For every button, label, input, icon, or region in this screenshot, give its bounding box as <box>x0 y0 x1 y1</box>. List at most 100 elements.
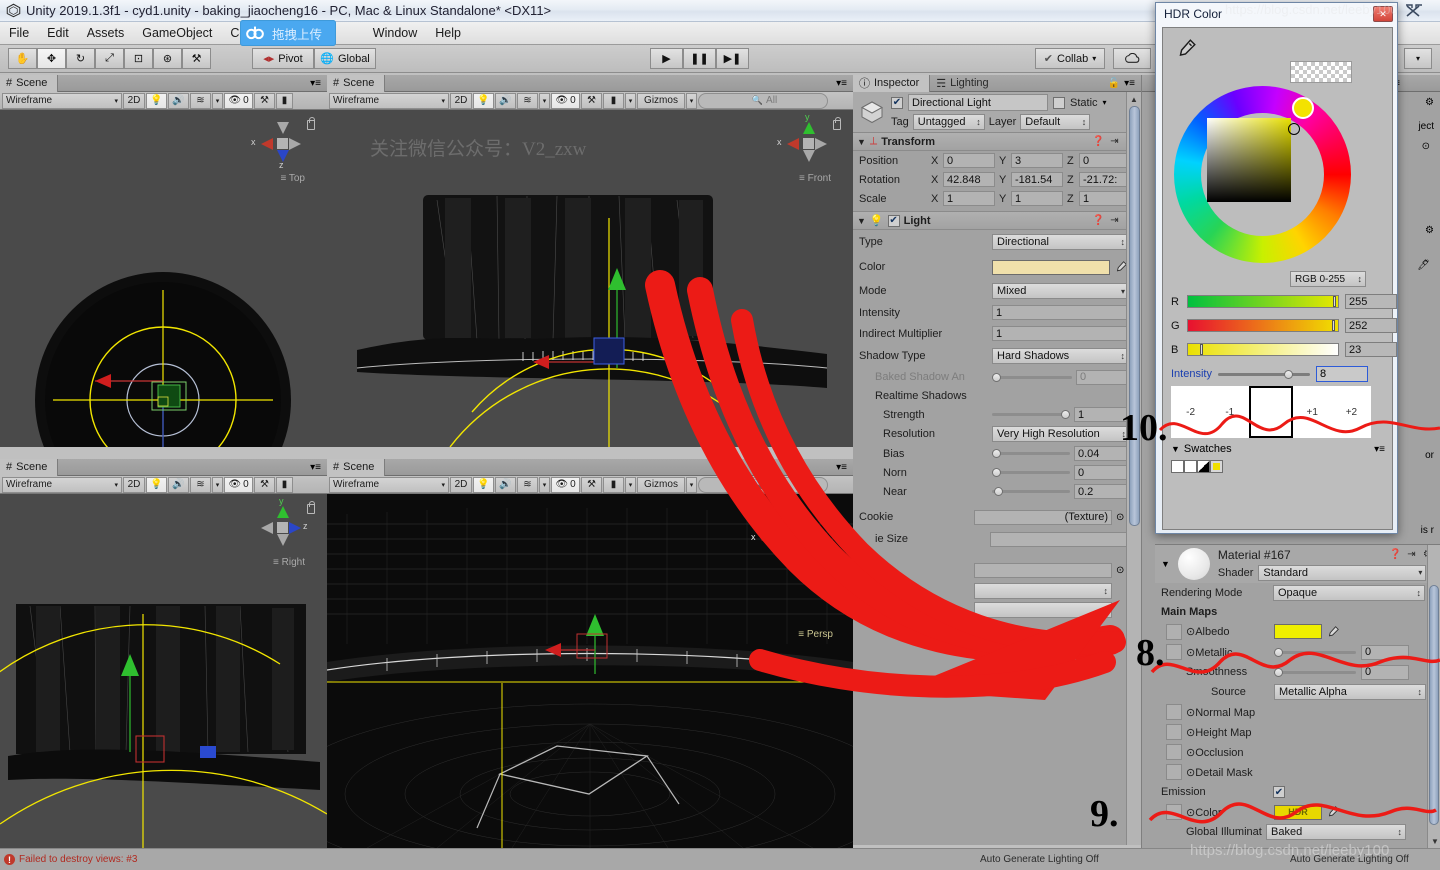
gizmos-button[interactable]: Gizmos <box>637 92 685 109</box>
object-name-field[interactable]: Directional Light <box>908 94 1048 111</box>
scene-viewport[interactable]: x y z ≡ Persp <box>327 494 853 848</box>
panel-menu-icon[interactable]: ▾≡ <box>310 462 321 473</box>
lock-icon[interactable] <box>307 117 315 130</box>
rect-tool-button[interactable]: ⊡ <box>124 48 153 69</box>
light-color-swatch[interactable] <box>992 259 1110 275</box>
bias-field[interactable]: 0.04 <box>1074 446 1130 461</box>
panel-menu-icon[interactable]: ▾≡ <box>836 462 847 473</box>
shading-mode-dropdown[interactable]: Wireframe ▾ <box>2 92 122 109</box>
light-mode-dropdown[interactable]: Mixed <box>992 283 1129 299</box>
channel-g-slider[interactable] <box>1187 319 1339 332</box>
scene-camera-dropdown[interactable]: ▾ <box>625 476 636 493</box>
scene-lighting-toggle[interactable]: 💡 <box>146 92 167 109</box>
tab-scene[interactable]: # Scene <box>0 74 59 92</box>
smoothness-slider[interactable] <box>1274 666 1356 678</box>
scroll-up-icon[interactable]: ▲ <box>1130 95 1138 104</box>
scene-camera-button[interactable]: ▮ <box>603 92 624 109</box>
sv-selector[interactable] <box>1288 123 1300 135</box>
saturation-value-square[interactable] <box>1207 118 1291 202</box>
transparency-checker-swatch[interactable] <box>1290 61 1352 83</box>
menu-gameobject[interactable]: GameObject <box>133 23 221 43</box>
help-icon[interactable]: ❓ <box>1389 548 1402 561</box>
albedo-color-swatch[interactable] <box>1274 624 1322 639</box>
axis-gizmo[interactable]: z y <box>255 496 309 554</box>
intensity-slider[interactable] <box>1217 368 1310 380</box>
swatches-header[interactable]: ▼ Swatches ▾≡ <box>1171 443 1385 455</box>
strength-slider[interactable] <box>992 409 1070 421</box>
foldout-icon[interactable]: ▼ <box>1161 559 1170 569</box>
eyedropper-icon[interactable]: 🖊 <box>1417 260 1430 271</box>
swatch-add-button[interactable] <box>1210 460 1223 473</box>
light-enabled-checkbox[interactable]: ✔ <box>887 214 900 227</box>
menu-edit[interactable]: Edit <box>38 23 78 43</box>
scale-z-field[interactable]: 1 <box>1079 191 1131 206</box>
tab-scene[interactable]: # Scene <box>327 74 386 92</box>
status-error-text[interactable]: Failed to destroy views: #3 <box>19 854 137 865</box>
emission-color-swatch[interactable]: HDR <box>1274 804 1322 820</box>
scene-fx-toggle[interactable]: ≋ <box>190 92 211 109</box>
scene-viewport[interactable]: z y ≡ Right <box>0 494 327 848</box>
preset-icon[interactable]: ⇥ <box>1108 214 1121 227</box>
scene-fx-dropdown[interactable]: ▾ <box>212 476 223 493</box>
height-map-texture-slot[interactable] <box>1166 724 1182 740</box>
normal-bias-field[interactable]: 0 <box>1074 465 1130 480</box>
metallic-field[interactable]: 0 <box>1361 644 1409 660</box>
eyedropper-icon[interactable] <box>1326 805 1340 819</box>
foldout-icon[interactable]: ▼ <box>1171 444 1180 454</box>
exposure-stop-minus1[interactable]: -1 <box>1210 407 1249 418</box>
scene-fx-dropdown[interactable]: ▾ <box>212 92 223 109</box>
exposure-stop-current[interactable] <box>1249 386 1293 438</box>
channel-b-field[interactable]: 23 <box>1345 342 1397 357</box>
scene-viewport[interactable]: 关注微信公众号：V2_zxw x y ≡ Front <box>327 110 853 447</box>
hue-ring-selector[interactable] <box>1292 97 1314 119</box>
rotation-x-field[interactable]: 42.848 <box>943 172 995 187</box>
metallic-slider[interactable] <box>1274 646 1356 658</box>
indirect-multiplier-field[interactable]: 1 <box>992 326 1129 341</box>
global-illumination-dropdown[interactable]: Baked <box>1266 824 1406 840</box>
preset-icon[interactable]: ⇥ <box>1405 548 1418 561</box>
menu-file[interactable]: File <box>0 23 38 43</box>
swatch-1[interactable] <box>1184 460 1197 473</box>
light-intensity-field[interactable]: 1 <box>992 305 1129 320</box>
occlusion-texture-slot[interactable] <box>1166 744 1182 760</box>
scene-viewport[interactable]: x z ≡ Top <box>0 110 327 447</box>
cookie-size-field[interactable] <box>990 531 1128 547</box>
scene-audio-toggle[interactable]: 🔊 <box>495 92 516 109</box>
position-y-field[interactable]: 3 <box>1011 153 1063 168</box>
position-z-field[interactable]: 0 <box>1079 153 1131 168</box>
static-checkbox[interactable] <box>1053 96 1065 109</box>
exposure-stop-plus2[interactable]: +2 <box>1332 407 1371 418</box>
material-scrollbar[interactable]: ▼ <box>1427 545 1440 850</box>
gear-icon[interactable]: ⚙ <box>1425 97 1434 108</box>
toggle-2d-button[interactable]: 2D <box>123 476 145 493</box>
axis-gizmo[interactable]: x y <box>777 112 835 170</box>
menu-window[interactable]: Window <box>364 23 426 43</box>
tab-scene[interactable]: # Scene <box>0 458 59 476</box>
eyedropper-icon[interactable] <box>1175 38 1197 60</box>
flare-field[interactable] <box>974 562 1112 578</box>
swatch-0[interactable] <box>1171 460 1184 473</box>
toggle-2d-button[interactable]: 2D <box>450 476 472 493</box>
metallic-texture-slot[interactable] <box>1166 644 1182 660</box>
lock-icon[interactable]: 🔓 <box>1108 78 1120 89</box>
light-component-header[interactable]: ▼ 💡 ✔ Light ❓ ⇥ ⚙ <box>853 211 1141 230</box>
toggle-2d-button[interactable]: 2D <box>123 92 145 109</box>
panel-menu-icon[interactable]: ▾≡ <box>310 78 321 89</box>
scene-fx-dropdown[interactable]: ▾ <box>539 92 550 109</box>
scene-search-input[interactable]: 🔍 All <box>698 476 828 493</box>
scene-fx-toggle[interactable]: ≋ <box>190 476 211 493</box>
emission-checkbox[interactable]: ✔ <box>1273 786 1285 798</box>
scene-audio-toggle[interactable]: 🔊 <box>495 476 516 493</box>
channel-b-slider[interactable] <box>1187 343 1339 356</box>
resolution-dropdown[interactable]: Very High Resolution <box>992 426 1130 442</box>
scene-tools-button[interactable]: ⚒ <box>254 476 275 493</box>
exposure-stop-plus1[interactable]: +1 <box>1293 407 1332 418</box>
object-picker-icon[interactable]: ⊙ <box>1422 141 1430 152</box>
exposure-stop-minus2[interactable]: -2 <box>1171 407 1210 418</box>
eyedropper-icon[interactable] <box>1326 625 1340 639</box>
axis-gizmo[interactable]: x y z <box>751 504 811 566</box>
hamburger-menu-icon[interactable]: ▾≡ <box>1124 78 1135 89</box>
scene-tools-button[interactable]: ⚒ <box>581 476 602 493</box>
exposure-preview-strip[interactable]: -2 -1 +1 +2 <box>1171 386 1371 438</box>
cloud-services-button[interactable] <box>1113 48 1151 69</box>
